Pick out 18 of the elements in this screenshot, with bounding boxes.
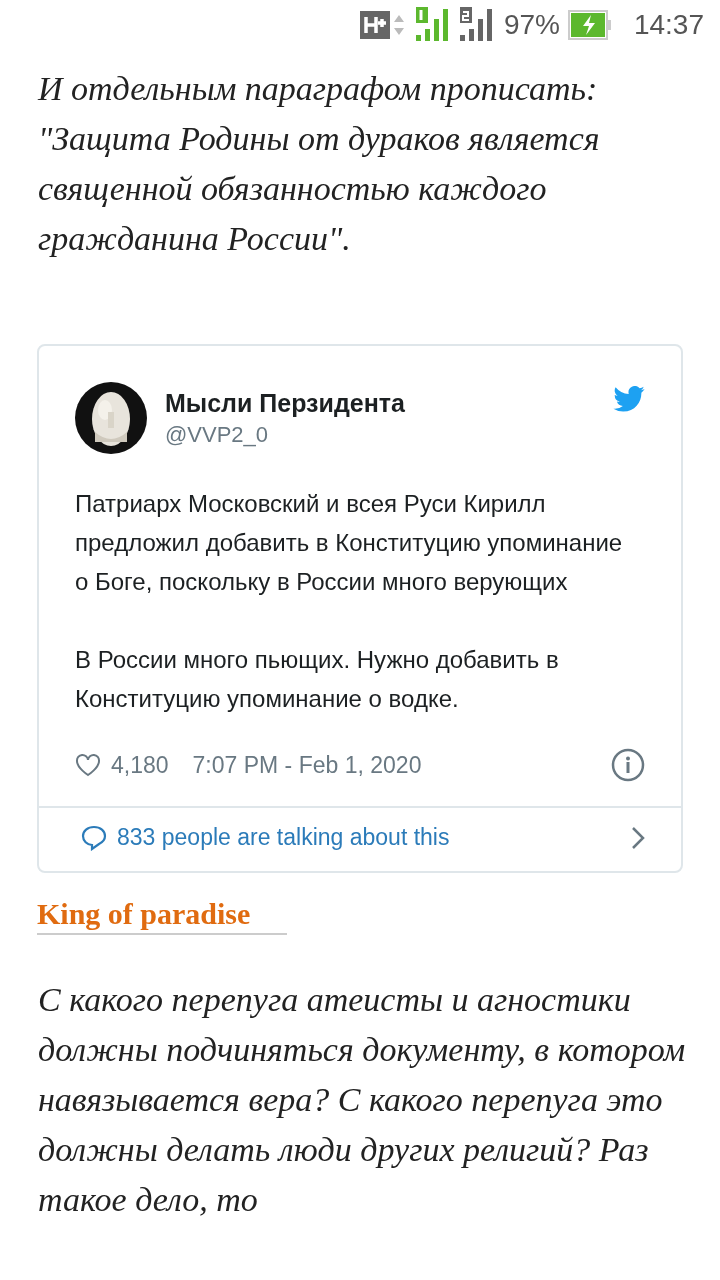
battery-percent: 97%	[503, 9, 560, 41]
chevron-right-icon[interactable]	[631, 825, 645, 850]
tweet-text: Патриарх Московский и всея Руси Кирилл предложил добавить в Конституцию упоминание о Боге, поскольку в России много верующих	[75, 489, 624, 597]
speech-bubble-icon	[81, 824, 107, 851]
like-count: 4,180	[111, 751, 169, 779]
discussion-link[interactable]: 833 people are talking about this	[117, 824, 621, 851]
tweet-text: В России много пьющих. Нужно добавить в Конституцию упоминание о водке.	[75, 645, 560, 714]
info-icon[interactable]	[611, 748, 645, 782]
tweet-timestamp[interactable]: 7:07 PM - Feb 1, 2020	[192, 751, 422, 779]
author-name: Мысли Перзидента	[165, 388, 406, 418]
bird-icon[interactable]	[613, 386, 645, 412]
heart-icon[interactable]	[75, 753, 101, 777]
battery-charging-icon	[567, 10, 612, 40]
comment-author-link[interactable]: King of paradise	[37, 897, 287, 935]
clock-time: 14:37	[633, 9, 704, 41]
author-handle: @VVP2_0	[165, 421, 270, 448]
article-paragraph: И отдельным параграфом прописать: "Защита Родины от дураков является священной обязанностью каждого гражданина России".	[38, 69, 601, 259]
comment-text: С какого перепуга атеисты и агностики должны подчиняться документу, в котором навязывается вера? С какого перепуга это должны делать люди других религий? Раз такое дело, то	[38, 980, 687, 1220]
